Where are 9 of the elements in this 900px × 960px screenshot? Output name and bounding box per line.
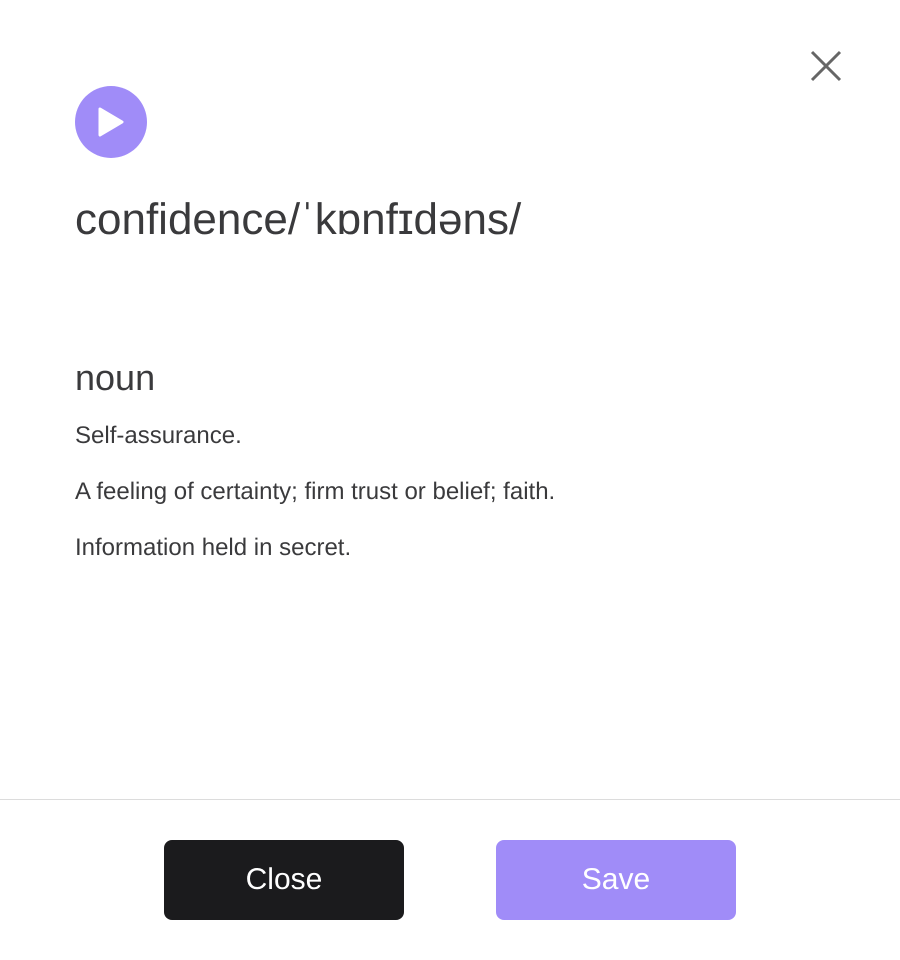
definition: A feeling of certainty; firm trust or belief; faith. — [75, 476, 556, 507]
definition: Self-assurance. — [75, 420, 243, 451]
play-icon — [98, 107, 124, 137]
close-icon — [810, 50, 842, 82]
close-button[interactable] — [808, 48, 844, 84]
close-button[interactable]: Close — [164, 840, 404, 920]
part-of-speech: noun — [75, 356, 156, 399]
headword: confidence/ˈkɒnfɪdəns/ — [75, 194, 522, 246]
definition: Information held in secret. — [75, 532, 352, 563]
